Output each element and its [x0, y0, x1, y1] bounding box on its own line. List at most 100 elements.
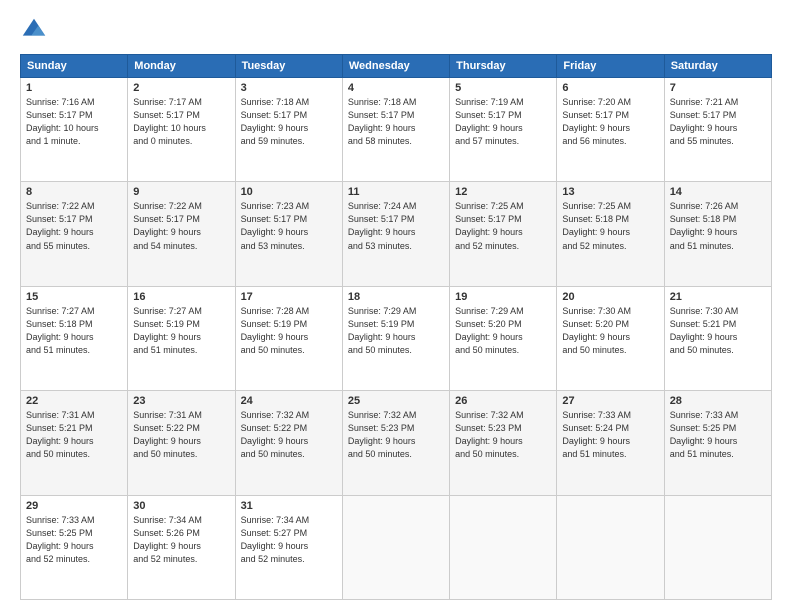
day-info: Sunrise: 7:18 AM Sunset: 5:17 PM Dayligh…: [348, 96, 444, 148]
calendar-cell: 19 Sunrise: 7:29 AM Sunset: 5:20 PM Dayli…: [450, 286, 557, 390]
day-info: Sunrise: 7:34 AM Sunset: 5:26 PM Dayligh…: [133, 514, 229, 566]
day-info: Sunrise: 7:32 AM Sunset: 5:23 PM Dayligh…: [455, 409, 551, 461]
calendar-cell: 4 Sunrise: 7:18 AM Sunset: 5:17 PM Daylig…: [342, 78, 449, 182]
day-info: Sunrise: 7:32 AM Sunset: 5:22 PM Dayligh…: [241, 409, 337, 461]
day-number: 18: [348, 291, 444, 303]
day-number: 10: [241, 186, 337, 198]
day-info: Sunrise: 7:16 AM Sunset: 5:17 PM Dayligh…: [26, 96, 122, 148]
calendar-cell: 11Sunrise: 7:24 AM Sunset: 5:17 PM Dayli…: [342, 182, 449, 286]
day-number: 11: [348, 186, 444, 198]
calendar-week-5: 29 Sunrise: 7:33 AM Sunset: 5:25 PM Dayli…: [21, 495, 772, 599]
day-number: 28: [670, 395, 766, 407]
day-number: 31: [241, 500, 337, 512]
calendar-cell: 3 Sunrise: 7:18 AM Sunset: 5:17 PM Daylig…: [235, 78, 342, 182]
calendar-cell: 21Sunrise: 7:30 AM Sunset: 5:21 PM Dayli…: [664, 286, 771, 390]
calendar-cell: 10 Sunrise: 7:23 AM Sunset: 5:17 PM Dayli…: [235, 182, 342, 286]
day-info: Sunrise: 7:31 AM Sunset: 5:22 PM Dayligh…: [133, 409, 229, 461]
calendar-cell: [664, 495, 771, 599]
day-number: 14: [670, 186, 766, 198]
calendar-week-3: 15 Sunrise: 7:27 AM Sunset: 5:18 PM Dayli…: [21, 286, 772, 390]
calendar-cell: 14 Sunrise: 7:26 AM Sunset: 5:18 PM Dayli…: [664, 182, 771, 286]
logo-icon: [20, 16, 48, 44]
weekday-header-friday: Friday: [557, 55, 664, 78]
calendar-cell: [342, 495, 449, 599]
day-info: Sunrise: 7:33 AM Sunset: 5:25 PM Dayligh…: [26, 514, 122, 566]
day-number: 25: [348, 395, 444, 407]
day-info: Sunrise: 7:21 AM Sunset: 5:17 PM Dayligh…: [670, 96, 766, 148]
calendar-cell: 31Sunrise: 7:34 AM Sunset: 5:27 PM Dayli…: [235, 495, 342, 599]
day-number: 15: [26, 291, 122, 303]
calendar-week-2: 8Sunrise: 7:22 AM Sunset: 5:17 PM Daylig…: [21, 182, 772, 286]
calendar-cell: 18Sunrise: 7:29 AM Sunset: 5:19 PM Dayli…: [342, 286, 449, 390]
day-number: 23: [133, 395, 229, 407]
calendar-cell: 20Sunrise: 7:30 AM Sunset: 5:20 PM Dayli…: [557, 286, 664, 390]
day-info: Sunrise: 7:28 AM Sunset: 5:19 PM Dayligh…: [241, 305, 337, 357]
day-number: 1: [26, 82, 122, 94]
logo: [20, 16, 52, 44]
day-info: Sunrise: 7:17 AM Sunset: 5:17 PM Dayligh…: [133, 96, 229, 148]
day-info: Sunrise: 7:31 AM Sunset: 5:21 PM Dayligh…: [26, 409, 122, 461]
calendar-cell: 9 Sunrise: 7:22 AM Sunset: 5:17 PM Daylig…: [128, 182, 235, 286]
day-number: 5: [455, 82, 551, 94]
day-info: Sunrise: 7:18 AM Sunset: 5:17 PM Dayligh…: [241, 96, 337, 148]
header: [20, 16, 772, 44]
calendar-cell: 2 Sunrise: 7:17 AM Sunset: 5:17 PM Daylig…: [128, 78, 235, 182]
day-info: Sunrise: 7:29 AM Sunset: 5:20 PM Dayligh…: [455, 305, 551, 357]
day-info: Sunrise: 7:23 AM Sunset: 5:17 PM Dayligh…: [241, 200, 337, 252]
day-info: Sunrise: 7:22 AM Sunset: 5:17 PM Dayligh…: [133, 200, 229, 252]
calendar-week-4: 22 Sunrise: 7:31 AM Sunset: 5:21 PM Dayli…: [21, 391, 772, 495]
calendar-cell: 15 Sunrise: 7:27 AM Sunset: 5:18 PM Dayli…: [21, 286, 128, 390]
calendar-cell: 24 Sunrise: 7:32 AM Sunset: 5:22 PM Dayli…: [235, 391, 342, 495]
day-number: 20: [562, 291, 658, 303]
day-info: Sunrise: 7:25 AM Sunset: 5:18 PM Dayligh…: [562, 200, 658, 252]
day-number: 7: [670, 82, 766, 94]
weekday-header-monday: Monday: [128, 55, 235, 78]
calendar-cell: 7 Sunrise: 7:21 AM Sunset: 5:17 PM Daylig…: [664, 78, 771, 182]
day-number: 30: [133, 500, 229, 512]
calendar-cell: 12Sunrise: 7:25 AM Sunset: 5:17 PM Dayli…: [450, 182, 557, 286]
calendar-cell: 29 Sunrise: 7:33 AM Sunset: 5:25 PM Dayli…: [21, 495, 128, 599]
page: SundayMondayTuesdayWednesdayThursdayFrid…: [0, 0, 792, 612]
day-info: Sunrise: 7:22 AM Sunset: 5:17 PM Dayligh…: [26, 200, 122, 252]
calendar-cell: [557, 495, 664, 599]
day-number: 12: [455, 186, 551, 198]
day-number: 6: [562, 82, 658, 94]
calendar-cell: 6 Sunrise: 7:20 AM Sunset: 5:17 PM Daylig…: [557, 78, 664, 182]
day-number: 9: [133, 186, 229, 198]
day-number: 27: [562, 395, 658, 407]
day-number: 19: [455, 291, 551, 303]
calendar-cell: [450, 495, 557, 599]
weekday-header-sunday: Sunday: [21, 55, 128, 78]
calendar-cell: 8Sunrise: 7:22 AM Sunset: 5:17 PM Daylig…: [21, 182, 128, 286]
day-number: 24: [241, 395, 337, 407]
day-info: Sunrise: 7:20 AM Sunset: 5:17 PM Dayligh…: [562, 96, 658, 148]
calendar-table: SundayMondayTuesdayWednesdayThursdayFrid…: [20, 54, 772, 600]
weekday-header-wednesday: Wednesday: [342, 55, 449, 78]
day-number: 16: [133, 291, 229, 303]
calendar-week-1: 1 Sunrise: 7:16 AM Sunset: 5:17 PM Daylig…: [21, 78, 772, 182]
day-number: 22: [26, 395, 122, 407]
day-number: 4: [348, 82, 444, 94]
calendar-cell: 16Sunrise: 7:27 AM Sunset: 5:19 PM Dayli…: [128, 286, 235, 390]
calendar-cell: 1 Sunrise: 7:16 AM Sunset: 5:17 PM Daylig…: [21, 78, 128, 182]
day-number: 2: [133, 82, 229, 94]
weekday-header-tuesday: Tuesday: [235, 55, 342, 78]
weekday-header-thursday: Thursday: [450, 55, 557, 78]
day-info: Sunrise: 7:33 AM Sunset: 5:25 PM Dayligh…: [670, 409, 766, 461]
day-info: Sunrise: 7:32 AM Sunset: 5:23 PM Dayligh…: [348, 409, 444, 461]
calendar-cell: 17 Sunrise: 7:28 AM Sunset: 5:19 PM Dayli…: [235, 286, 342, 390]
calendar-cell: 22 Sunrise: 7:31 AM Sunset: 5:21 PM Dayli…: [21, 391, 128, 495]
calendar-cell: 26 Sunrise: 7:32 AM Sunset: 5:23 PM Dayli…: [450, 391, 557, 495]
day-info: Sunrise: 7:30 AM Sunset: 5:21 PM Dayligh…: [670, 305, 766, 357]
calendar-cell: 25 Sunrise: 7:32 AM Sunset: 5:23 PM Dayli…: [342, 391, 449, 495]
day-number: 29: [26, 500, 122, 512]
calendar-cell: 13Sunrise: 7:25 AM Sunset: 5:18 PM Dayli…: [557, 182, 664, 286]
day-info: Sunrise: 7:33 AM Sunset: 5:24 PM Dayligh…: [562, 409, 658, 461]
day-number: 3: [241, 82, 337, 94]
day-info: Sunrise: 7:27 AM Sunset: 5:18 PM Dayligh…: [26, 305, 122, 357]
calendar-cell: 30 Sunrise: 7:34 AM Sunset: 5:26 PM Dayli…: [128, 495, 235, 599]
day-info: Sunrise: 7:26 AM Sunset: 5:18 PM Dayligh…: [670, 200, 766, 252]
day-number: 17: [241, 291, 337, 303]
calendar-cell: 28 Sunrise: 7:33 AM Sunset: 5:25 PM Dayli…: [664, 391, 771, 495]
day-number: 26: [455, 395, 551, 407]
